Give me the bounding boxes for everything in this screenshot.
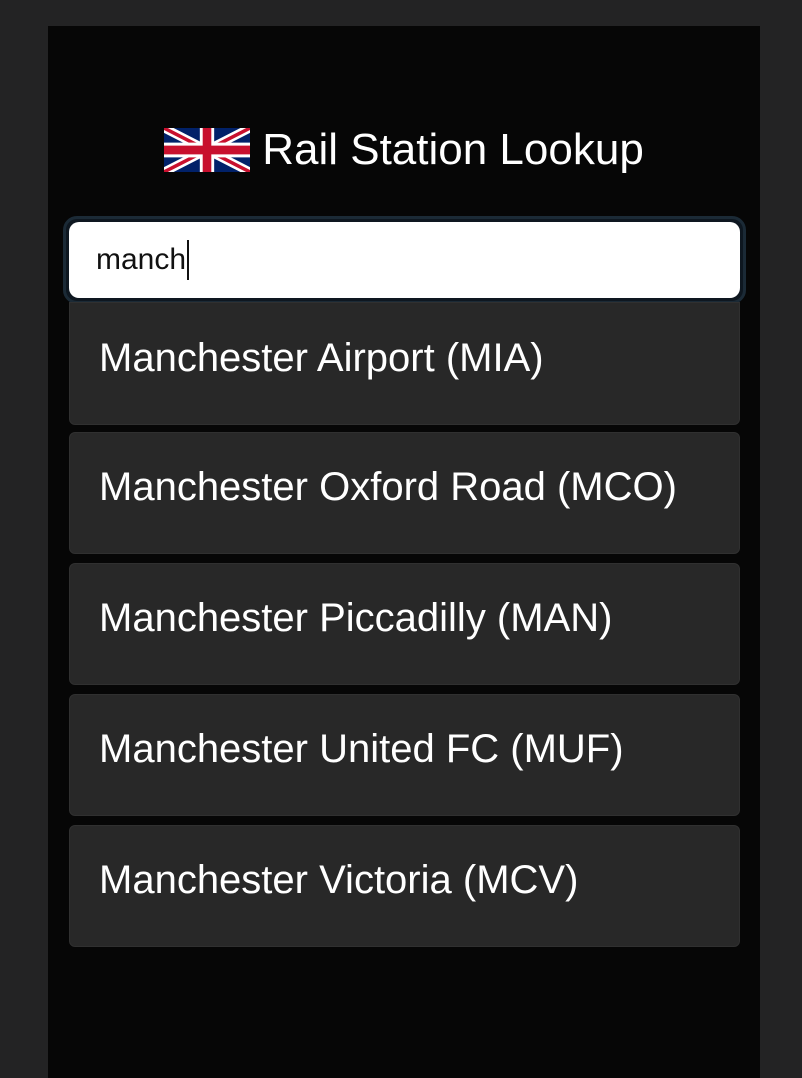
text-caret xyxy=(187,240,190,280)
uk-flag-icon xyxy=(164,128,251,172)
results-list: Manchester Airport (MIA) Manchester Oxfo… xyxy=(69,302,740,956)
result-item[interactable]: Manchester Airport (MIA) xyxy=(69,302,740,425)
header: Rail Station Lookup xyxy=(48,122,760,178)
search-input[interactable]: manch xyxy=(69,222,740,298)
result-item[interactable]: Manchester Piccadilly (MAN) xyxy=(69,563,740,685)
search-focus-ring: manch xyxy=(63,216,746,304)
result-item[interactable]: Manchester Oxford Road (MCO) xyxy=(69,432,740,554)
app-panel: Rail Station Lookup manch Manchester Air… xyxy=(48,26,760,1078)
page-title: Rail Station Lookup xyxy=(262,125,644,174)
search-input-value: manch xyxy=(96,243,187,276)
result-item[interactable]: Manchester United FC (MUF) xyxy=(69,694,740,816)
result-item[interactable]: Manchester Victoria (MCV) xyxy=(69,825,740,947)
